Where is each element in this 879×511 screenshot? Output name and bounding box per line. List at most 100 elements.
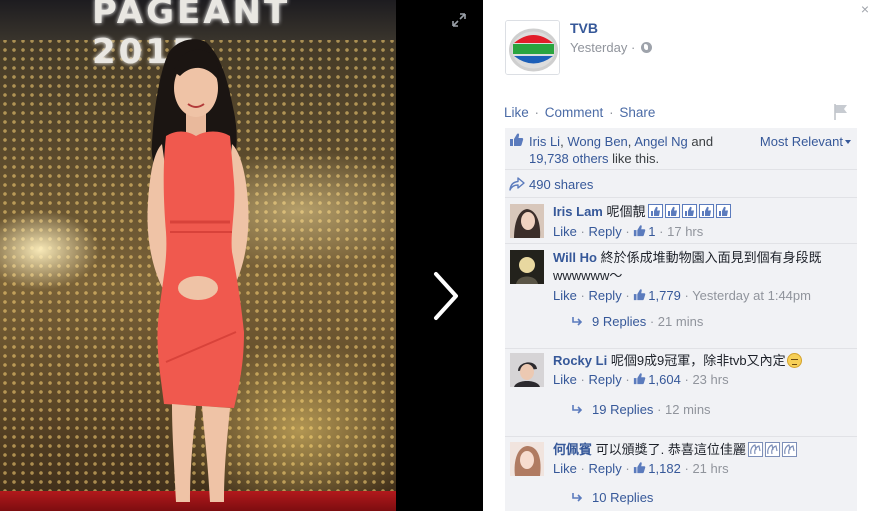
- close-icon[interactable]: ×: [857, 1, 873, 17]
- tvb-logo-icon: [506, 21, 559, 74]
- commenter-name-link[interactable]: 何佩賓: [553, 442, 592, 457]
- replies-timestamp: 21 mins: [657, 314, 704, 329]
- comment-text: 呢個9成9冠軍，除非tvb又內定: [610, 353, 786, 368]
- like-emoji-icon: [698, 204, 714, 218]
- clapping-hands-icon: [747, 442, 763, 457]
- comment-reply-link[interactable]: Reply: [588, 461, 621, 476]
- thumbs-up-icon: [510, 133, 524, 146]
- meta-separator: ·: [580, 372, 585, 387]
- next-photo-chevron-icon[interactable]: [430, 270, 462, 322]
- commenter-name-link[interactable]: Iris Lam: [553, 204, 603, 219]
- view-replies-link[interactable]: 10 Replies: [571, 490, 653, 505]
- comment-body: 何佩賓 可以頒獎了. 恭喜這位佳麗 Like · Reply · 1,182 ·…: [553, 441, 853, 478]
- action-separator: ·: [534, 105, 540, 120]
- comment-timestamp[interactable]: 17 hrs: [667, 224, 703, 239]
- meta-separator: ·: [684, 372, 689, 387]
- comment-text: 可以頒獎了. 恭喜這位佳麗: [595, 442, 746, 457]
- comment-item: Iris Lam 呢個靚 Like · Reply · 1 · 17 hrs: [505, 199, 857, 244]
- thumbs-up-icon: [634, 289, 646, 301]
- likes-summary-row: Iris Li, Wong Ben, Angel Ng and 19,738 o…: [505, 128, 857, 170]
- comment-reply-link[interactable]: Reply: [588, 288, 621, 303]
- comma-separator: ,: [627, 134, 632, 149]
- avatar-photo: [510, 250, 544, 284]
- comment-like-link[interactable]: Like: [553, 461, 577, 476]
- comment-meta: Like · Reply · 1,182 · 21 hrs: [553, 460, 853, 478]
- comment-timestamp[interactable]: Yesterday at 1:44pm: [692, 288, 811, 303]
- replies-count: 19 Replies: [592, 402, 654, 417]
- reply-arrow-icon: [572, 493, 583, 502]
- like-emoji-icon: [715, 204, 731, 218]
- shares-row: 490 shares: [505, 171, 857, 198]
- comma-separator: ,: [560, 134, 564, 149]
- like-count-value: 1: [648, 224, 656, 239]
- commenter-avatar[interactable]: [510, 204, 544, 238]
- like-action-link[interactable]: Like: [504, 105, 529, 120]
- like-emoji-icon: [647, 204, 663, 218]
- meta-separator: ·: [659, 224, 664, 239]
- unamused-face-icon: [786, 353, 802, 368]
- meta-separator: ·: [684, 288, 689, 303]
- commenter-avatar[interactable]: [510, 250, 544, 284]
- like-emoji-icon: [664, 204, 680, 218]
- replies-count: 10 Replies: [592, 490, 654, 505]
- comment-text: 呢個靚: [606, 204, 646, 219]
- post-details-panel: × TVB Yesterday · Like · Comment · Share: [483, 0, 879, 511]
- comment-body: Will Ho 終於係成堆動物園入面見到個有身段既wwwwww～ Like · …: [553, 249, 853, 305]
- comment-like-count[interactable]: 1,182: [633, 461, 681, 476]
- page-avatar[interactable]: [505, 20, 560, 75]
- comment-reply-link[interactable]: Reply: [588, 372, 621, 387]
- caret-down-icon: [845, 140, 851, 144]
- like-emoji-icon: [681, 204, 697, 218]
- comment-meta: Like · Reply · 1 · 17 hrs: [553, 223, 853, 241]
- likes-and-text: and: [691, 134, 714, 149]
- page-name-link[interactable]: TVB: [570, 20, 598, 36]
- liker-name-link[interactable]: Angel Ng: [634, 134, 687, 149]
- avatar-photo: [510, 353, 544, 387]
- view-replies-link[interactable]: 19 Replies · 12 mins: [571, 402, 711, 417]
- action-separator: ·: [609, 105, 614, 120]
- post-photo[interactable]: PAGEANT 2015: [0, 0, 396, 511]
- commenter-avatar[interactable]: [510, 442, 544, 476]
- photo-stage: PAGEANT 2015: [0, 0, 483, 511]
- meta-separator: ·: [649, 314, 655, 329]
- meta-separator: ·: [625, 372, 630, 387]
- comment-item: 何佩賓 可以頒獎了. 恭喜這位佳麗 Like · Reply · 1,182 ·…: [505, 438, 857, 511]
- thumbs-up-icon: [634, 373, 646, 385]
- comment-like-count[interactable]: 1: [633, 224, 656, 239]
- like-count-value: 1,779: [648, 288, 681, 303]
- like-emoji-group: [646, 204, 731, 219]
- avatar-photo: [510, 204, 544, 238]
- comment-body: Iris Lam 呢個靚 Like · Reply · 1 · 17 hrs: [553, 203, 853, 241]
- comment-like-count[interactable]: 1,779: [633, 288, 681, 303]
- liker-name-link[interactable]: Iris Li: [529, 134, 560, 149]
- commenter-name-link[interactable]: Will Ho: [553, 250, 597, 265]
- comment-body: Rocky Li 呢個9成9冠軍，除非tvb又內定 Like · Reply ·…: [553, 352, 853, 389]
- globe-icon[interactable]: [640, 42, 652, 53]
- reactions-and-comments: Iris Li, Wong Ben, Angel Ng and 19,738 o…: [505, 128, 857, 511]
- commenter-name-link[interactable]: Rocky Li: [553, 353, 607, 368]
- comment-timestamp[interactable]: 23 hrs: [692, 372, 728, 387]
- comment-sort-dropdown[interactable]: Most Relevant: [760, 134, 851, 149]
- comment-timestamp[interactable]: 21 hrs: [692, 461, 728, 476]
- flag-icon[interactable]: [833, 103, 849, 121]
- view-replies-link[interactable]: 9 Replies · 21 mins: [571, 314, 703, 329]
- post-timestamp[interactable]: Yesterday: [570, 40, 627, 55]
- comment-like-link[interactable]: Like: [553, 372, 577, 387]
- comment-like-link[interactable]: Like: [553, 224, 577, 239]
- reply-arrow-icon: [572, 405, 583, 414]
- meta-separator: ·: [625, 288, 630, 303]
- comment-like-count[interactable]: 1,604: [633, 372, 681, 387]
- expand-icon[interactable]: [452, 13, 466, 27]
- meta-separator: ·: [580, 224, 585, 239]
- meta-separator: ·: [580, 288, 585, 303]
- comment-action-link[interactable]: Comment: [545, 105, 604, 120]
- share-action-link[interactable]: Share: [619, 105, 655, 120]
- likes-others-link[interactable]: 19,738 others: [529, 151, 609, 166]
- share-arrow-icon: [509, 177, 525, 191]
- replies-timestamp: 12 mins: [665, 402, 711, 417]
- liker-name-link[interactable]: Wong Ben: [567, 134, 627, 149]
- comment-like-link[interactable]: Like: [553, 288, 577, 303]
- commenter-avatar[interactable]: [510, 353, 544, 387]
- shares-count-link[interactable]: 490 shares: [529, 177, 593, 192]
- comment-reply-link[interactable]: Reply: [588, 224, 621, 239]
